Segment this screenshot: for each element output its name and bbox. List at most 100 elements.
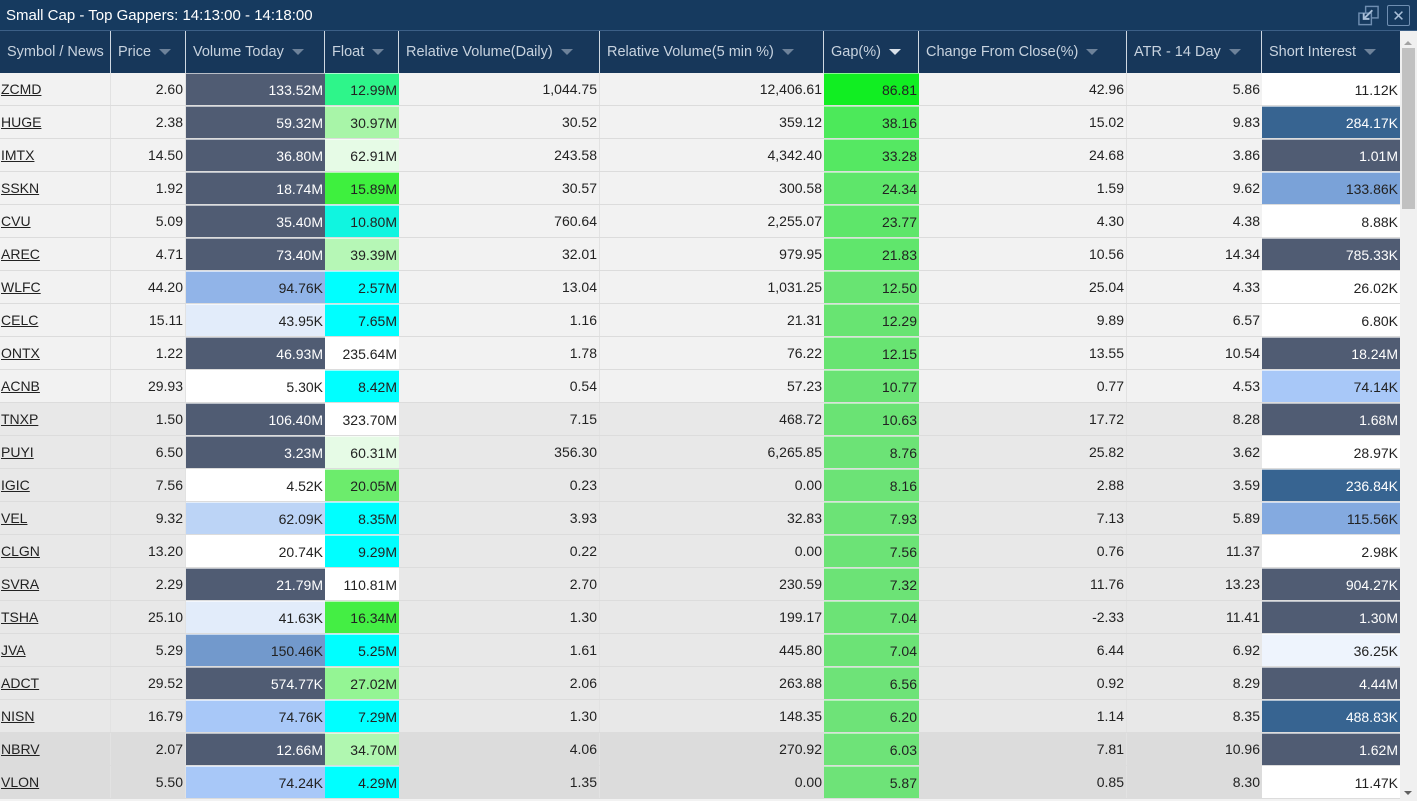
symbol-link[interactable]: ONTX xyxy=(1,345,40,361)
column-header-change-from-close[interactable]: Change From Close(%) xyxy=(919,31,1127,73)
table-row[interactable]: CELC 15.11 43.95K 7.65M 1.16 21.31 12.29 9.89 6.… xyxy=(0,304,1400,337)
cell-change-from-close: 11.76 xyxy=(919,568,1127,600)
cell-float: 30.97M xyxy=(325,106,399,138)
table-row[interactable]: SSKN 1.92 18.74M 15.89M 30.57 300.58 24.34 1.59… xyxy=(0,172,1400,205)
cell-float: 2.57M xyxy=(325,271,399,303)
cell-relative-volume-5min: 21.31 xyxy=(786,312,822,328)
cell-volume-today: 43.95K xyxy=(186,304,325,336)
column-header-label: Gap(%) xyxy=(831,44,881,60)
symbol-link[interactable]: SVRA xyxy=(1,576,39,592)
symbol-link[interactable]: NISN xyxy=(1,708,34,724)
close-window-button[interactable]: ✕ xyxy=(1387,5,1410,26)
table-row[interactable]: ACNB 29.93 5.30K 8.42M 0.54 57.23 10.77 0.77 4.5… xyxy=(0,370,1400,403)
symbol-link[interactable]: CELC xyxy=(1,312,38,328)
column-header-symbol[interactable]: Symbol / News xyxy=(0,31,111,73)
table-row[interactable]: TSHA 25.10 41.63K 16.34M 1.30 199.17 7.04 -2.33… xyxy=(0,601,1400,634)
cell-relative-volume-daily: 0.22 xyxy=(399,535,600,567)
table-row[interactable]: VEL 9.32 62.09K 8.35M 3.93 32.83 7.93 7.13 5.89 1… xyxy=(0,502,1400,535)
scroll-thumb[interactable] xyxy=(1402,48,1415,209)
scroll-down-arrow-icon[interactable] xyxy=(1404,791,1412,795)
sort-arrow-icon[interactable] xyxy=(372,49,385,55)
table-row[interactable]: NBRV 2.07 12.66M 34.70M 4.06 270.92 6.03 7.81 10… xyxy=(0,733,1400,766)
symbol-link[interactable]: WLFC xyxy=(1,279,41,295)
sort-arrow-icon[interactable] xyxy=(159,49,172,55)
symbol-link[interactable]: JVA xyxy=(1,642,26,658)
symbol-link[interactable]: ACNB xyxy=(1,378,40,394)
table-row[interactable]: IGIC 7.56 4.52K 20.05M 0.23 0.00 8.16 2.88 3.59 2… xyxy=(0,469,1400,502)
cell-price: 13.20 xyxy=(111,535,186,567)
symbol-link[interactable]: SSKN xyxy=(1,180,39,196)
cell-atr-14-day: 4.53 xyxy=(1232,378,1260,394)
sort-arrow-icon[interactable] xyxy=(291,49,304,55)
cell-volume-today: 12.66M xyxy=(186,733,325,765)
cell-short-interest: 904.27K xyxy=(1262,568,1400,600)
cell-price: 29.93 xyxy=(111,370,186,402)
table-row[interactable]: PUYI 6.50 3.23M 60.31M 356.30 6,265.85 8.76 25.… xyxy=(0,436,1400,469)
cell-symbol: NBRV xyxy=(0,733,111,765)
symbol-link[interactable]: VLON xyxy=(1,774,39,790)
table-row[interactable]: HUGE 2.38 59.32M 30.97M 30.52 359.12 38.16 15.0… xyxy=(0,106,1400,139)
symbol-link[interactable]: NBRV xyxy=(1,741,40,757)
sort-arrow-icon[interactable] xyxy=(1364,49,1377,55)
cell-symbol: VLON xyxy=(0,766,111,798)
table-row[interactable]: IMTX 14.50 36.80M 62.91M 243.58 4,342.40 33.28… xyxy=(0,139,1400,172)
table-row[interactable]: ONTX 1.22 46.93M 235.64M 1.78 76.22 12.15 13.55… xyxy=(0,337,1400,370)
cell-gap: 12.50 xyxy=(824,271,919,303)
symbol-link[interactable]: CVU xyxy=(1,213,31,229)
table-row[interactable]: AREC 4.71 73.40M 39.39M 32.01 979.95 21.83 10.5… xyxy=(0,238,1400,271)
table-row[interactable]: ZCMD 2.60 133.52M 12.99M 1,044.75 12,406.61 86… xyxy=(0,73,1400,106)
table-row[interactable]: TNXP 1.50 106.40M 323.70M 7.15 468.72 10.63 17.… xyxy=(0,403,1400,436)
sort-arrow-icon[interactable] xyxy=(1228,49,1241,55)
symbol-link[interactable]: ZCMD xyxy=(1,81,41,97)
sort-arrow-icon[interactable] xyxy=(781,49,794,55)
cell-gap: 7.04 xyxy=(824,601,919,633)
cell-relative-volume-5min: 148.35 xyxy=(779,708,822,724)
close-icon: ✕ xyxy=(1392,7,1405,25)
symbol-link[interactable]: ADCT xyxy=(1,675,39,691)
column-header-price[interactable]: Price xyxy=(111,31,186,73)
column-header-atr-14-day[interactable]: ATR - 14 Day xyxy=(1127,31,1262,73)
column-header-relative-volume-daily[interactable]: Relative Volume(Daily) xyxy=(399,31,600,73)
cell-symbol: IGIC xyxy=(0,469,111,501)
table-row[interactable]: CVU 5.09 35.40M 10.80M 760.64 2,255.07 23.77 4.… xyxy=(0,205,1400,238)
column-header-float[interactable]: Float xyxy=(325,31,399,73)
scroll-up-arrow-icon[interactable] xyxy=(1404,41,1412,45)
cell-atr-14-day: 8.29 xyxy=(1232,675,1260,691)
restore-window-button[interactable] xyxy=(1357,5,1380,26)
cell-symbol: CVU xyxy=(0,205,111,237)
cell-volume-today: 20.74K xyxy=(186,535,325,567)
cell-change-from-close: 0.77 xyxy=(919,370,1127,402)
symbol-link[interactable]: TSHA xyxy=(1,609,38,625)
table-row[interactable]: CLGN 13.20 20.74K 9.29M 0.22 0.00 7.56 0.76 11.3… xyxy=(0,535,1400,568)
cell-volume-today: 133.52M xyxy=(186,73,325,105)
sort-arrow-icon[interactable] xyxy=(560,49,573,55)
table-row[interactable]: SVRA 2.29 21.79M 110.81M 2.70 230.59 7.32 11.76… xyxy=(0,568,1400,601)
vertical-scrollbar[interactable] xyxy=(1400,31,1417,801)
table-row[interactable]: NISN 16.79 74.76K 7.29M 1.30 148.35 6.20 1.14 8.… xyxy=(0,700,1400,733)
symbol-link[interactable]: TNXP xyxy=(1,411,38,427)
column-header-relative-volume-5min[interactable]: Relative Volume(5 min %) xyxy=(600,31,824,73)
table-row[interactable]: JVA 5.29 150.46K 5.25M 1.61 445.80 7.04 6.44 6.9… xyxy=(0,634,1400,667)
cell-relative-volume-daily: 7.15 xyxy=(399,403,600,435)
symbol-link[interactable]: VEL xyxy=(1,510,27,526)
cell-symbol: IMTX xyxy=(0,139,111,171)
symbol-link[interactable]: AREC xyxy=(1,246,40,262)
cell-change-from-close: 4.30 xyxy=(919,205,1127,237)
cell-short-interest: 284.17K xyxy=(1262,106,1400,138)
symbol-link[interactable]: IMTX xyxy=(1,147,34,163)
symbol-link[interactable]: CLGN xyxy=(1,543,40,559)
table-row[interactable]: VLON 5.50 74.24K 4.29M 1.35 0.00 5.87 0.85 8.30 1… xyxy=(0,766,1400,799)
column-header-gap[interactable]: Gap(%) xyxy=(824,31,919,73)
cell-change-from-close: 9.89 xyxy=(919,304,1127,336)
table-row[interactable]: WLFC 44.20 94.76K 2.57M 13.04 1,031.25 12.50 25… xyxy=(0,271,1400,304)
column-header-short-interest[interactable]: Short Interest xyxy=(1262,31,1400,73)
cell-short-interest: 74.14K xyxy=(1262,370,1400,402)
symbol-link[interactable]: HUGE xyxy=(1,114,41,130)
symbol-link[interactable]: PUYI xyxy=(1,444,34,460)
sort-arrow-icon[interactable] xyxy=(1086,49,1099,55)
symbol-link[interactable]: IGIC xyxy=(1,477,30,493)
sort-arrow-icon[interactable] xyxy=(888,49,901,55)
cell-relative-volume-5min: 1,031.25 xyxy=(767,279,823,295)
column-header-volume-today[interactable]: Volume Today xyxy=(186,31,325,73)
table-row[interactable]: ADCT 29.52 574.77K 27.02M 2.06 263.88 6.56 0.92… xyxy=(0,667,1400,700)
